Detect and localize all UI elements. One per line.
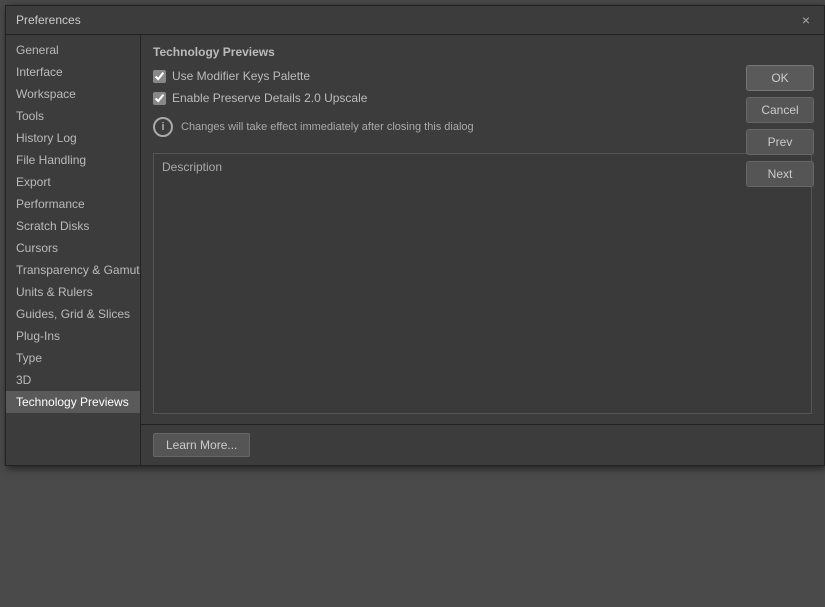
sidebar-item-export[interactable]: Export [6,171,140,193]
sidebar-item-performance[interactable]: Performance [6,193,140,215]
cancel-button[interactable]: Cancel [746,97,814,123]
preferences-dialog: Preferences × GeneralInterfaceWorkspaceT… [5,5,825,466]
sidebar-item-tools[interactable]: Tools [6,105,140,127]
sidebar-item-cursors[interactable]: Cursors [6,237,140,259]
info-text: Changes will take effect immediately aft… [181,121,474,133]
sidebar-item-3d[interactable]: 3D [6,369,140,391]
prev-button[interactable]: Prev [746,129,814,155]
dialog-title: Preferences [16,13,81,27]
ok-button[interactable]: OK [746,65,814,91]
main-panel: Technology Previews Use Modifier Keys Pa… [141,35,824,424]
sidebar-item-workspace[interactable]: Workspace [6,83,140,105]
sidebar-item-technology-previews[interactable]: Technology Previews [6,391,140,413]
section-title: Technology Previews [153,45,812,59]
checkbox-row-2: Enable Preserve Details 2.0 Upscale [153,91,812,105]
sidebar-item-history-log[interactable]: History Log [6,127,140,149]
sidebar-item-interface[interactable]: Interface [6,61,140,83]
close-button[interactable]: × [798,12,814,28]
sidebar-item-file-handling[interactable]: File Handling [6,149,140,171]
learn-more-button[interactable]: Learn More... [153,433,250,457]
titlebar: Preferences × [6,6,824,35]
checkbox-preserve-details[interactable] [153,92,166,105]
info-row: i Changes will take effect immediately a… [153,113,812,141]
action-buttons: OK Cancel Prev Next [746,65,814,187]
sidebar-item-units---rulers[interactable]: Units & Rulers [6,281,140,303]
description-box: Description [153,153,812,414]
sidebar-item-type[interactable]: Type [6,347,140,369]
sidebar-item-plug-ins[interactable]: Plug-Ins [6,325,140,347]
checkbox1-label: Use Modifier Keys Palette [172,69,310,83]
sidebar-item-general[interactable]: General [6,39,140,61]
checkbox-modifier-keys[interactable] [153,70,166,83]
next-button[interactable]: Next [746,161,814,187]
checkbox2-label: Enable Preserve Details 2.0 Upscale [172,91,367,105]
sidebar: GeneralInterfaceWorkspaceToolsHistory Lo… [6,35,141,465]
sidebar-item-scratch-disks[interactable]: Scratch Disks [6,215,140,237]
sidebar-item-guides--grid---slices[interactable]: Guides, Grid & Slices [6,303,140,325]
main-content: Technology Previews Use Modifier Keys Pa… [141,35,824,465]
sidebar-item-transparency---gamut[interactable]: Transparency & Gamut [6,259,140,281]
info-icon: i [153,117,173,137]
description-label: Description [162,160,222,174]
checkbox-row-1: Use Modifier Keys Palette [153,69,812,83]
bottom-bar: Learn More... [141,424,824,465]
